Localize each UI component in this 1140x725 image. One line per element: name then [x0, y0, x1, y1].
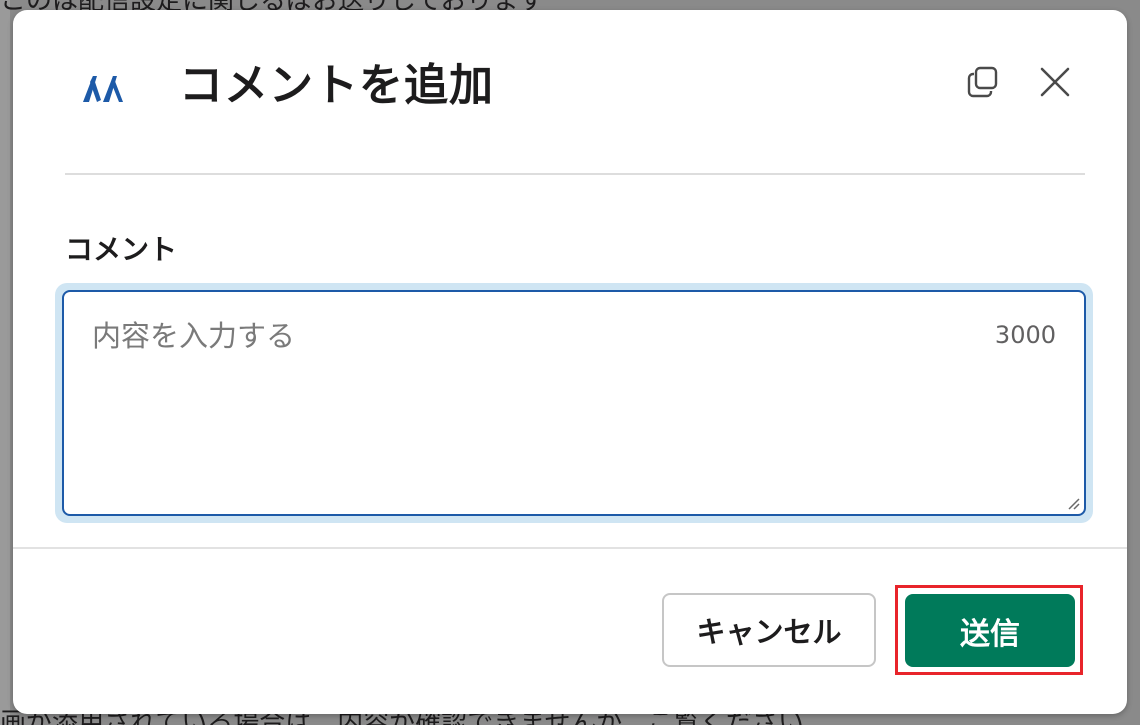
add-comment-modal: コメントを追加 コメント 内容を入力する 3000 キャンセル 送信 [13, 10, 1127, 714]
send-button[interactable]: 送信 [905, 594, 1075, 667]
comment-field-label: コメント [65, 233, 178, 266]
background-strip [0, 0, 10, 725]
footer-divider [13, 547, 1127, 549]
copy-icon [966, 65, 1000, 103]
char-limit-counter: 3000 [994, 321, 1056, 349]
modal-title: コメントを追加 [179, 60, 494, 111]
comment-textarea[interactable]: 内容を入力する 3000 [62, 290, 1086, 516]
comment-field-focus-ring: 内容を入力する 3000 [55, 283, 1093, 523]
resize-handle-icon[interactable] [1064, 494, 1080, 510]
close-button[interactable] [1033, 62, 1077, 106]
comment-placeholder: 内容を入力する [92, 319, 296, 353]
app-logo-icon [79, 70, 129, 106]
header-divider [65, 173, 1085, 175]
close-icon [1038, 65, 1072, 103]
copy-button[interactable] [961, 62, 1005, 106]
cancel-button[interactable]: キャンセル [662, 593, 876, 667]
modal-header: コメントを追加 [13, 10, 1127, 175]
